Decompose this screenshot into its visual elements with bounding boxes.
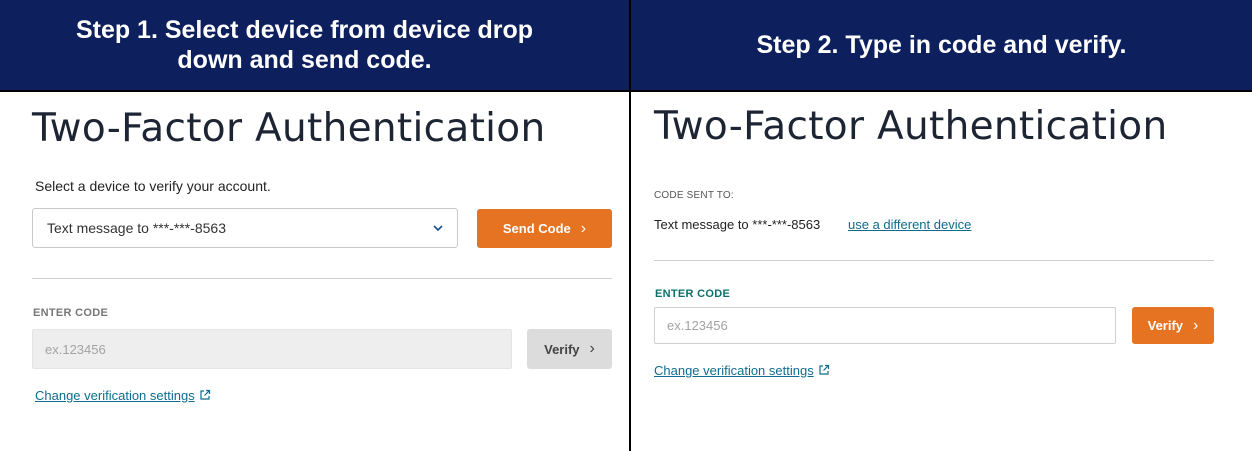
code-input-placeholder: ex.123456 [45,341,106,357]
change-verification-settings-link[interactable]: Change verification settings [654,363,830,378]
chevron-down-icon [433,225,443,232]
device-select-value: Text message to ***-***-8563 [47,220,226,236]
sent-to-text: Text message to ***-***-8563 [654,217,821,232]
divider [654,260,1214,261]
code-input[interactable]: ex.123456 [654,307,1116,344]
external-link-icon [819,364,829,375]
code-sent-label: CODE SENT TO: [654,190,734,201]
change-settings-text: Change verification settings [35,388,195,403]
chevron-right-icon: › [580,219,587,237]
enter-code-label: ENTER CODE [655,288,731,300]
step-1-header: Step 1. Select device from device drop d… [0,0,631,92]
instruction-text: Select a device to verify your account. [35,178,271,194]
enter-code-label: ENTER CODE [33,307,109,319]
step-1-header-text: Step 1. Select device from device drop d… [75,16,534,74]
send-code-label: Send Code [502,221,571,236]
code-input-placeholder: ex.123456 [667,318,728,333]
divider [32,278,612,279]
code-input-disabled: ex.123456 [32,329,512,369]
verify-button[interactable]: Verify › [1132,307,1214,344]
chevron-right-icon: › [1193,316,1199,334]
step-2-panel: Two-Factor Authentication CODE SENT TO: … [631,92,1252,451]
step-1-panel: Two-Factor Authentication Select a devic… [0,92,631,451]
device-select[interactable]: Text message to ***-***-8563 [32,208,458,248]
chevron-right-icon: › [589,340,595,357]
use-different-device-link[interactable]: use a different device [848,217,971,232]
page-title: Two-Factor Authentication [32,106,546,151]
page-title: Two-Factor Authentication [654,104,1168,149]
verify-label: Verify [544,341,580,357]
change-settings-text: Change verification settings [654,363,814,378]
instruction-table: Step 1. Select device from device drop d… [0,0,1252,451]
verify-label: Verify [1147,318,1184,333]
verify-button-disabled: Verify › [527,329,612,369]
external-link-icon [200,389,210,400]
change-verification-settings-link[interactable]: Change verification settings [35,388,211,403]
step-2-header-text: Step 2. Type in code and verify. [756,31,1127,59]
step-2-header: Step 2. Type in code and verify. [631,0,1252,92]
send-code-button[interactable]: Send Code › [477,209,612,248]
